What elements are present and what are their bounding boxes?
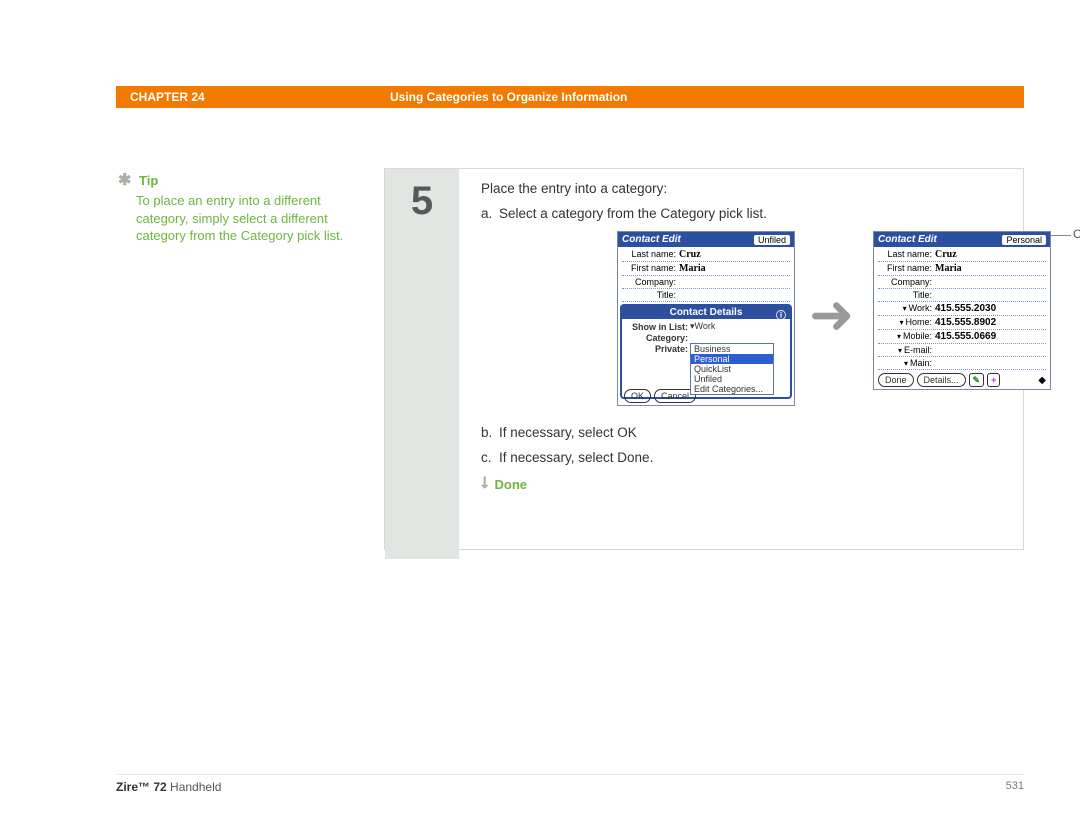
category-dropdown[interactable]: Business Personal QuickList Unfiled Edit… xyxy=(690,343,774,395)
palm-screen-after: Contact Edit Personal Last name:Cruz Fir… xyxy=(873,231,1051,390)
palm-screen-before: Contact Edit Unfiled Last name:Cruz Firs… xyxy=(617,231,795,406)
step-b: b.If necessary, select OK xyxy=(481,425,1011,440)
page-number: 531 xyxy=(1006,780,1024,794)
screenshot-row: Contact Edit Unfiled Last name:Cruz Firs… xyxy=(481,231,1011,411)
contact-details-modal: Contact Details ⓘ Show in List: ▾Work Ca… xyxy=(620,304,792,399)
modal-title: Contact Details ⓘ xyxy=(622,306,790,319)
done-marker: ⭣ Done xyxy=(481,475,1011,493)
category-chip-personal[interactable]: Personal xyxy=(1002,235,1046,245)
tip-label: Tip xyxy=(139,173,158,188)
info-icon[interactable]: ⓘ xyxy=(776,307,786,322)
screen1-titlebar: Contact Edit Unfiled xyxy=(618,232,794,247)
done-button[interactable]: Done xyxy=(878,373,914,387)
step-panel: 5 Place the entry into a category: a.Sel… xyxy=(384,168,1024,550)
sort-icon[interactable]: ◆ xyxy=(1038,375,1046,386)
step-number: 5 xyxy=(411,179,433,559)
dropdown-option[interactable]: QuickList xyxy=(691,364,773,374)
dropdown-option[interactable]: Business xyxy=(691,344,773,354)
tip-asterisk-icon: ✱ xyxy=(118,172,131,189)
category-chip-unfiled[interactable]: Unfiled xyxy=(754,235,790,245)
tip-sidebar: ✱ Tip To place an entry into a different… xyxy=(118,170,348,245)
chapter-header: CHAPTER 24 Using Categories to Organize … xyxy=(116,86,1024,108)
tip-body: To place an entry into a different categ… xyxy=(136,192,348,245)
product-name: Zire™ 72 Handheld xyxy=(116,780,221,794)
add-button[interactable]: + xyxy=(987,373,1000,387)
note-button[interactable]: ✎ xyxy=(969,373,985,387)
ok-button[interactable]: OK xyxy=(624,389,651,403)
page-footer: Zire™ 72 Handheld 531 xyxy=(116,774,1024,794)
dropdown-option[interactable]: Unfiled xyxy=(691,374,773,384)
callout-line xyxy=(1051,235,1071,236)
screen2-titlebar: Contact Edit Personal xyxy=(874,232,1050,247)
details-button[interactable]: Details... xyxy=(917,373,966,387)
screen1-title: Contact Edit xyxy=(622,234,681,245)
tip-heading: ✱ Tip xyxy=(118,170,348,190)
step-intro: Place the entry into a category: xyxy=(481,181,1011,196)
step-a: a.Select a category from the Category pi… xyxy=(481,206,1011,221)
callout-label: Category xyxy=(1073,227,1080,241)
done-label: Done xyxy=(495,477,528,492)
done-arrow-icon: ⭣ xyxy=(481,475,489,493)
dropdown-option[interactable]: Edit Categories... xyxy=(691,384,773,394)
step-number-column: 5 xyxy=(385,169,459,559)
arrow-right-icon: ➜ xyxy=(809,299,854,331)
screen2-title: Contact Edit xyxy=(878,234,937,245)
chapter-title: Using Categories to Organize Information xyxy=(390,90,1024,104)
step-c: c.If necessary, select Done. xyxy=(481,450,1011,465)
dropdown-option-selected[interactable]: Personal xyxy=(691,354,773,364)
chapter-label: CHAPTER 24 xyxy=(116,90,390,104)
